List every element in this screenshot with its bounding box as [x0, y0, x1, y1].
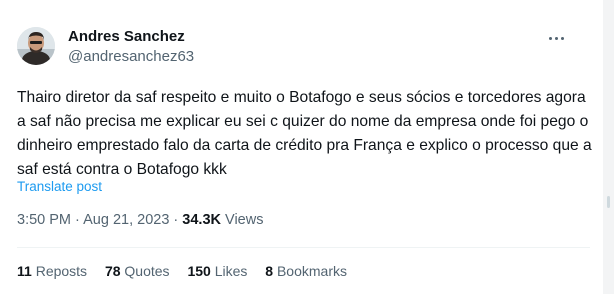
dot	[548, 36, 552, 40]
scrollbar-thumb[interactable]	[607, 196, 610, 208]
divider	[17, 247, 590, 248]
quotes-count: 78	[104, 263, 121, 279]
bookmarks-count: 8	[265, 263, 274, 279]
tweet-time[interactable]: 3:50 PM	[17, 212, 71, 228]
avatar[interactable]	[17, 27, 55, 65]
quotes-label: Quotes	[124, 263, 170, 279]
meta-separator: ·	[75, 212, 80, 228]
dot	[554, 36, 558, 40]
tweet-date[interactable]: Aug 21, 2023	[83, 212, 169, 228]
reposts-stat[interactable]: 11 Reposts	[17, 263, 87, 279]
bookmarks-label: Bookmarks	[276, 263, 347, 279]
tweet-meta: 3:50 PM · Aug 21, 2023 · 34.3K Views	[17, 212, 263, 228]
profile-photo-icon	[17, 27, 55, 65]
tweet-card: Andres Sanchez @andresanchez63 Thairo di…	[0, 0, 603, 294]
views-label: Views	[225, 212, 264, 228]
likes-stat[interactable]: 150 Likes	[187, 263, 247, 279]
reposts-label: Reposts	[35, 263, 88, 279]
quotes-stat[interactable]: 78 Quotes	[105, 263, 170, 279]
likes-label: Likes	[214, 263, 248, 279]
translate-link[interactable]: Translate post	[17, 179, 102, 194]
meta-separator: ·	[173, 212, 179, 228]
dot	[560, 36, 564, 40]
bookmarks-stat[interactable]: 8 Bookmarks	[265, 263, 347, 279]
reposts-count: 11	[17, 263, 32, 279]
engagement-stats: 11 Reposts 78 Quotes 150 Likes 8 Bookmar…	[17, 263, 361, 279]
more-horizontal-icon[interactable]	[544, 28, 568, 48]
scrollbar-gutter[interactable]	[603, 0, 614, 294]
author-handle[interactable]: @andresanchez63	[68, 48, 194, 66]
tweet-text: Thairo diretor da saf respeito e muito o…	[17, 89, 592, 178]
author-name[interactable]: Andres Sanchez	[68, 28, 185, 46]
views-count: 34.3K	[182, 212, 221, 228]
likes-count: 150	[187, 263, 211, 279]
